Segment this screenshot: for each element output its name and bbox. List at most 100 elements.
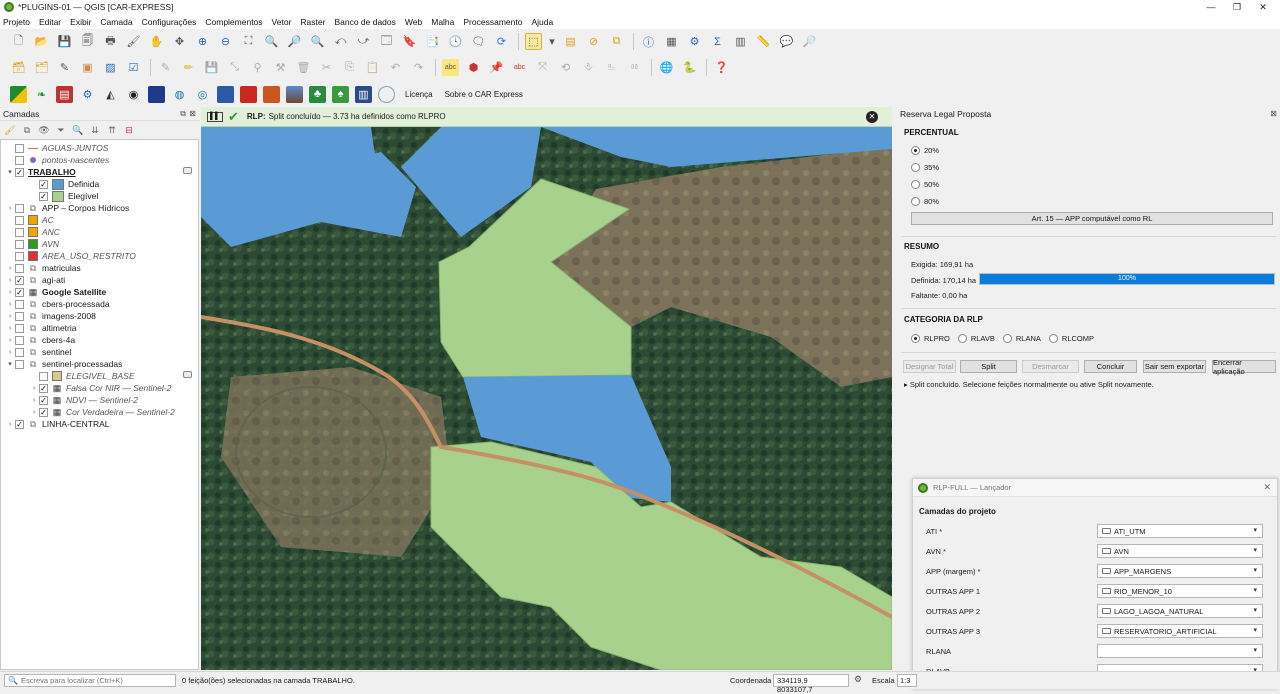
- radio-icon[interactable]: [911, 334, 920, 343]
- label-move-icon[interactable]: ⤧: [534, 59, 551, 76]
- category-option[interactable]: RLCOMP: [1048, 334, 1094, 343]
- collapse-all-icon[interactable]: ⇈: [106, 124, 118, 136]
- forest-icon[interactable]: ♠: [332, 85, 349, 103]
- layer-checkbox[interactable]: [15, 203, 24, 213]
- layer-row[interactable]: pontos-nascentes: [5, 154, 109, 166]
- percent-option[interactable]: 35%: [911, 163, 939, 172]
- layer-checkbox[interactable]: ✓: [15, 419, 24, 429]
- expand-icon[interactable]: ›: [5, 265, 15, 272]
- layer-combo[interactable]: APP_MARGENS ▾: [1097, 564, 1263, 578]
- percent-option[interactable]: 50%: [911, 180, 939, 189]
- layer-combo[interactable]: ATI_UTM ▾: [1097, 524, 1263, 538]
- radio-icon[interactable]: [911, 163, 920, 172]
- delete-selected-icon[interactable]: 🗑: [295, 59, 312, 76]
- layer-combo[interactable]: RESERVATORIO_ARTIFICIAL ▾: [1097, 624, 1263, 638]
- globe-icon[interactable]: 🌐: [658, 59, 675, 76]
- layer-combo[interactable]: RIO_MENOR_10 ▾: [1097, 584, 1263, 598]
- layer-checkbox[interactable]: [15, 227, 24, 237]
- radio-icon[interactable]: [911, 180, 920, 189]
- data-source-manager-icon[interactable]: 🗃: [10, 59, 27, 76]
- float-panel-icon[interactable]: ⧉: [180, 109, 186, 119]
- field-calculator-icon[interactable]: ▥: [732, 33, 749, 50]
- sentinel-icon[interactable]: [148, 85, 165, 103]
- save-as-icon[interactable]: 🗐: [79, 33, 96, 50]
- remove-layer-icon[interactable]: ⊟: [123, 124, 135, 136]
- zoom-in-icon[interactable]: ⊕: [194, 33, 211, 50]
- new-project-icon[interactable]: 🗋: [10, 33, 27, 50]
- label-rotate-icon[interactable]: ⟲: [557, 59, 574, 76]
- label-style-icon[interactable]: ⬢: [465, 59, 482, 76]
- layer-row[interactable]: ✓ Definida: [29, 178, 99, 190]
- open-project-icon[interactable]: 📂: [33, 33, 50, 50]
- radio-icon[interactable]: [957, 334, 967, 343]
- layer-row[interactable]: › ⧉ altimetria: [5, 322, 77, 334]
- menu-item-2[interactable]: Exibir: [70, 17, 91, 27]
- settings-icon[interactable]: ⚙: [686, 33, 703, 50]
- layer-checkbox[interactable]: ✓: [39, 179, 48, 189]
- save-edits-icon[interactable]: 💾: [203, 59, 220, 76]
- report-icon[interactable]: ▤: [56, 85, 73, 103]
- menu-item-3[interactable]: Camada: [100, 17, 132, 27]
- chevron-down-icon[interactable]: ▾: [548, 33, 556, 50]
- menu-item-8[interactable]: Banco de dados: [334, 17, 395, 27]
- layer-row[interactable]: ✓ Elegível: [29, 190, 98, 202]
- art-15-button[interactable]: Art. 15 — APP computável como RL: [911, 212, 1273, 225]
- expand-icon[interactable]: ›: [29, 409, 39, 416]
- cut-icon[interactable]: ✂: [318, 59, 335, 76]
- zoom-layer-icon[interactable]: 🔎: [286, 33, 303, 50]
- percent-option[interactable]: 20%: [911, 146, 939, 155]
- new-map-view-icon[interactable]: 🗔: [378, 33, 395, 50]
- layer-checkbox[interactable]: ✓: [15, 287, 24, 297]
- add-group-icon[interactable]: ⧉: [21, 124, 33, 136]
- sair-sem-exportar-button[interactable]: Sair sem exportar: [1143, 360, 1206, 373]
- current-edits-icon[interactable]: ✎: [157, 59, 174, 76]
- license-link[interactable]: Licença: [405, 90, 433, 99]
- redo-icon[interactable]: ↷: [410, 59, 427, 76]
- layer-combo[interactable]: AVN ▾: [1097, 544, 1263, 558]
- expand-icon[interactable]: ›: [5, 301, 15, 308]
- add-vector-icon[interactable]: ▨: [102, 59, 119, 76]
- annotation-icon[interactable]: 💬: [778, 33, 795, 50]
- menu-item-4[interactable]: Configurações: [142, 17, 197, 27]
- add-feature-icon[interactable]: ⤡: [226, 59, 243, 76]
- style-icon[interactable]: 🖌: [4, 124, 16, 136]
- temporal-icon[interactable]: 🕓: [447, 33, 464, 50]
- save-project-icon[interactable]: 💾: [56, 33, 73, 50]
- layer-checkbox[interactable]: [15, 263, 24, 273]
- layer-row[interactable]: › ✓ ▦ Cor Verdadeira — Sentinel-2: [29, 406, 175, 418]
- expand-icon[interactable]: ▾: [5, 168, 15, 176]
- layer-checkbox[interactable]: ✓: [15, 167, 24, 177]
- layer-row[interactable]: › ⧉ APP – Corpos Hídricos: [5, 202, 129, 214]
- expand-icon[interactable]: ›: [5, 325, 15, 332]
- deselect-icon[interactable]: ⊘: [585, 33, 602, 50]
- zoom-selection-icon[interactable]: 🔍: [263, 33, 280, 50]
- layer-checkbox[interactable]: [15, 155, 24, 165]
- close-rlp-icon[interactable]: ⊠: [1270, 109, 1277, 118]
- layer-checkbox[interactable]: ✓: [15, 275, 24, 285]
- zoom-native-icon[interactable]: 🔍: [309, 33, 326, 50]
- zoom-last-icon[interactable]: ⤺: [332, 33, 349, 50]
- concluir-button[interactable]: Concluir: [1084, 360, 1137, 373]
- expand-icon[interactable]: ›: [5, 205, 15, 212]
- leaf-icon[interactable]: ❧: [33, 86, 50, 103]
- layer-checkbox[interactable]: [15, 215, 24, 225]
- expand-icon[interactable]: ›: [5, 277, 15, 284]
- encerrar-aplicacao-button[interactable]: Encerrar aplicação: [1212, 358, 1276, 376]
- menu-item-0[interactable]: Projeto: [3, 17, 30, 27]
- filter-icon[interactable]: ⏷: [55, 124, 67, 136]
- attribute-table-icon[interactable]: ▦: [663, 33, 680, 50]
- layer-row[interactable]: ▾ ✓ TRABALHO: [5, 166, 75, 178]
- designar-total-button[interactable]: Designar Total: [903, 360, 956, 373]
- expand-icon[interactable]: ›: [29, 397, 39, 404]
- refresh-icon[interactable]: ⟳: [493, 33, 510, 50]
- select-features-icon[interactable]: ⬚: [525, 33, 542, 50]
- coordinate-toggle-icon[interactable]: ⚙: [854, 674, 862, 685]
- radio-icon[interactable]: [1048, 334, 1058, 343]
- layer-row[interactable]: › ✓ ⧉ agi-ati: [5, 274, 65, 286]
- category-option[interactable]: RLANA: [1002, 334, 1041, 343]
- menu-item-7[interactable]: Raster: [300, 17, 325, 27]
- undo-icon[interactable]: ↶: [387, 59, 404, 76]
- label-icon[interactable]: abc: [442, 59, 459, 76]
- validate-icon[interactable]: ☑: [125, 59, 142, 76]
- circle-icon[interactable]: [378, 85, 395, 103]
